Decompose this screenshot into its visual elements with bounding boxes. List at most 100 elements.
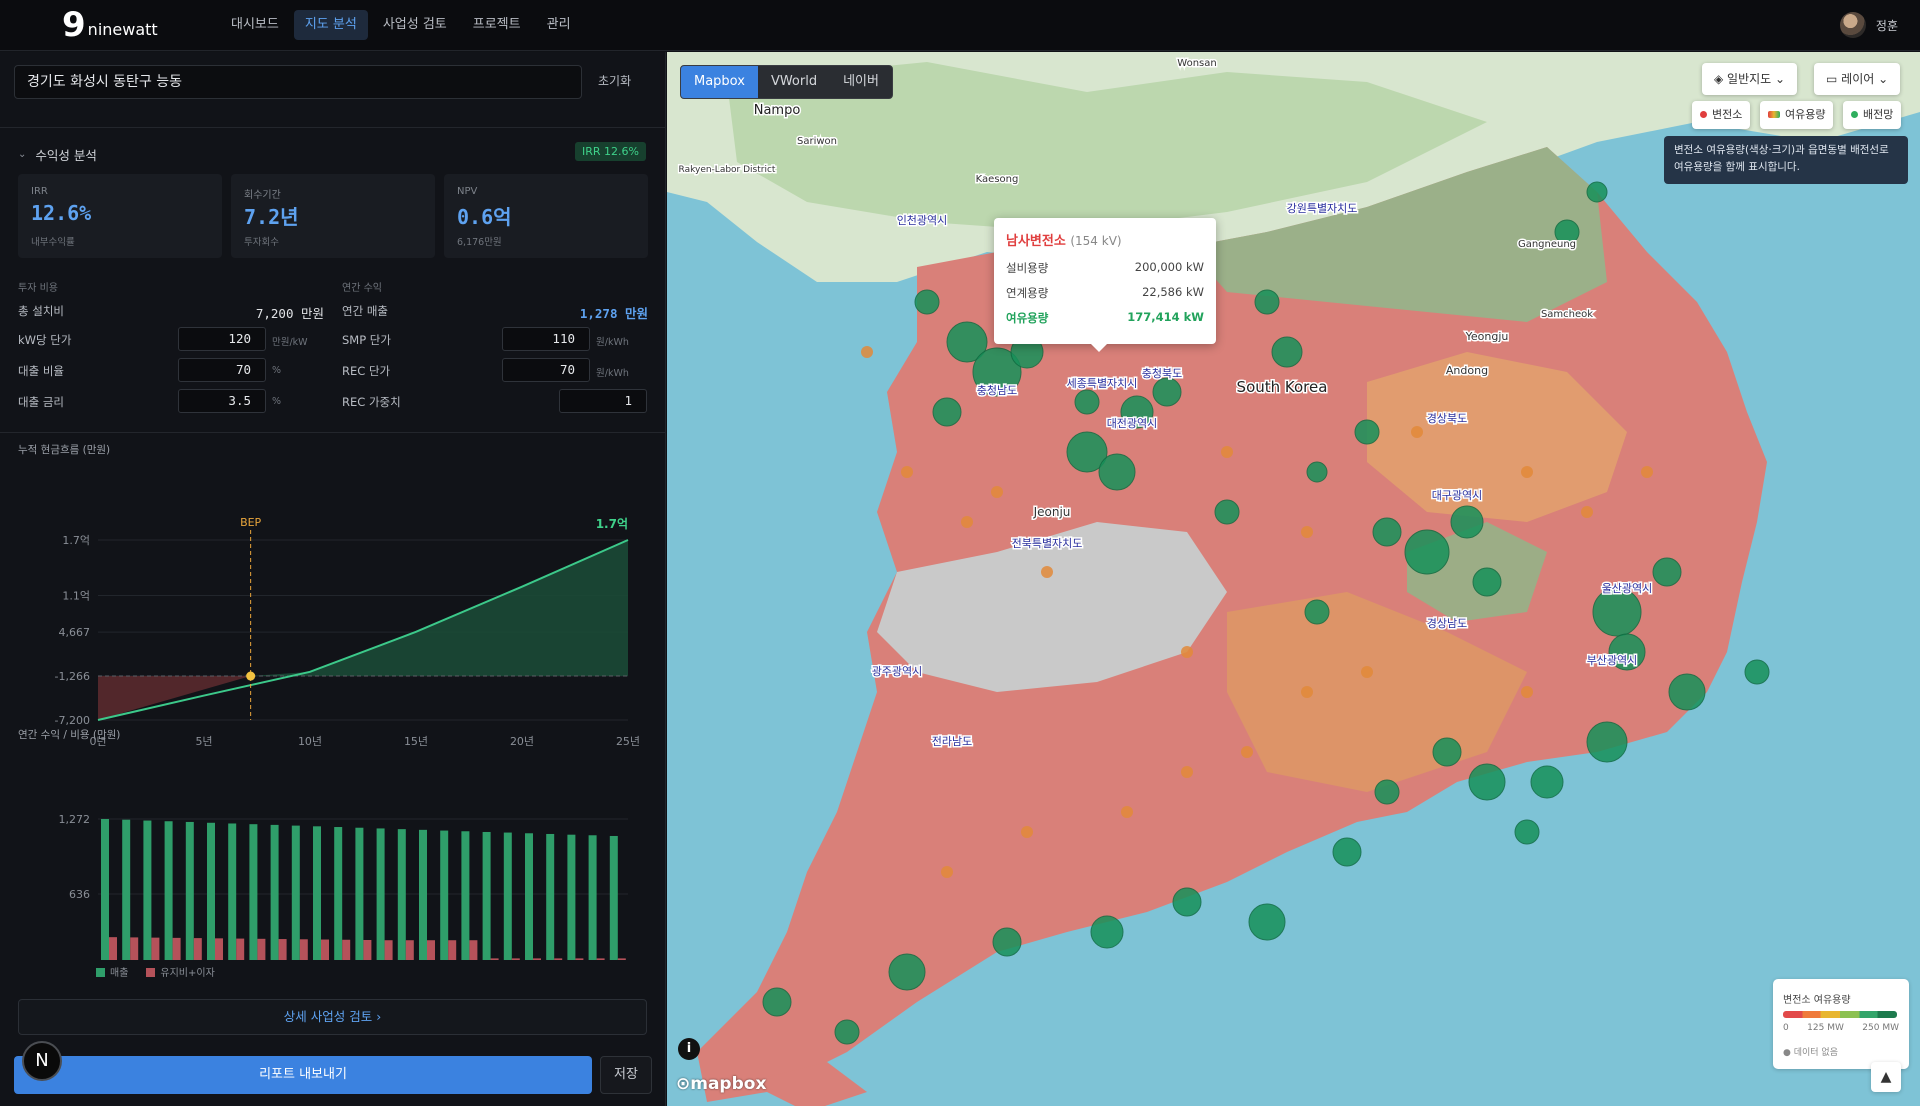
compass-icon[interactable]: ▲ (1871, 1062, 1901, 1092)
cost-bar (596, 958, 605, 960)
revenue-bar (376, 828, 385, 960)
map-label: South Korea (1237, 378, 1328, 396)
substation-marker (1301, 686, 1313, 698)
nav-admin[interactable]: 관리 (536, 10, 582, 40)
logo-mark: 9 (62, 5, 86, 45)
cost-bar (130, 937, 139, 960)
revenue-bar (101, 819, 109, 960)
nav-feasibility[interactable]: 사업성 검토 (372, 10, 458, 40)
map-label: Jeonju (1033, 505, 1071, 519)
chevron-down-icon: ⌄ (18, 149, 27, 160)
rec-price-input[interactable]: 70 (502, 358, 590, 382)
map-label: Samcheok (1541, 309, 1593, 320)
substation-marker (1090, 915, 1124, 949)
basemap-button[interactable]: ◈ 일반지도 ⌄ (1702, 63, 1798, 95)
analysis-panel: 경기도 화성시 동탄구 능동 초기화 ⌄ 수익성 분석 IRR 12.6% IR… (0, 52, 666, 1106)
revenue-bar (291, 825, 300, 960)
tab-vworld[interactable]: VWorld (758, 66, 830, 98)
tab-naver[interactable]: 네이버 (830, 66, 892, 98)
cost-bar (554, 958, 563, 960)
info-icon[interactable]: i (678, 1038, 700, 1060)
section-header[interactable]: ⌄ 수익성 분석 (18, 145, 97, 164)
save-button[interactable]: 저장 (600, 1056, 652, 1094)
total-cost-value: 7,200 만원 (255, 306, 324, 321)
layer-button[interactable]: ▭ 레이어 ⌄ (1814, 63, 1901, 95)
invest-group-label: 투자 비용 (18, 283, 58, 294)
field-label: SMP 단가 (342, 333, 391, 347)
substation-marker (991, 486, 1003, 498)
unit-label: 만원/kW (272, 337, 308, 348)
cost-bar (278, 939, 287, 960)
cost-bar (384, 940, 393, 960)
chip-substation[interactable]: 변전소 (1692, 101, 1751, 129)
substation-marker (961, 516, 973, 528)
cost-bar (617, 958, 626, 960)
y-tick-label: 636 (69, 888, 90, 901)
map-label: 충청남도 (977, 384, 1017, 397)
loan-rate-input[interactable]: 3.5 (178, 389, 266, 413)
revenue-bar (164, 821, 173, 960)
rec-weight-input[interactable]: 1 (559, 389, 647, 413)
price-per-kw-input[interactable]: 120 (178, 327, 266, 351)
kpi-value: 7.2년 (244, 205, 299, 229)
substation-marker (1404, 529, 1450, 575)
logo[interactable]: 9 ninewatt (62, 8, 158, 42)
substation-marker (861, 346, 873, 358)
substation-marker (932, 397, 962, 427)
tab-mapbox[interactable]: Mapbox (681, 66, 758, 98)
map-label: 경상북도 (1427, 412, 1467, 425)
address-input[interactable]: 경기도 화성시 동탄구 능동 (14, 65, 582, 99)
cost-bar (299, 939, 308, 960)
loan-ratio-input[interactable]: 70 (178, 358, 266, 382)
nav-dashboard[interactable]: 대시보드 (220, 10, 290, 40)
user-menu[interactable]: 정훈 (1839, 12, 1898, 38)
cost-bar (469, 940, 478, 960)
substation-marker (1744, 659, 1770, 685)
substation-marker (1271, 336, 1303, 368)
detail-review-button[interactable]: 상세 사업성 검토 › (18, 999, 647, 1035)
smp-price-input[interactable]: 110 (502, 327, 590, 351)
annual-chart: 1,27263605년10년15년20년25년 (59, 813, 628, 960)
section-title: 수익성 분석 (35, 148, 97, 163)
legend-item: 유지비+이자 (146, 964, 215, 979)
map-label: Yeongju (1465, 330, 1509, 343)
revenue-group-label: 연간 수익 (342, 283, 382, 294)
divider (0, 432, 666, 433)
map-tooltip: 변전소 여유용량(색상·크기)과 읍면동별 배전선로 여유용량을 함께 표시합니… (1664, 136, 1908, 184)
nav-projects[interactable]: 프로젝트 (462, 10, 532, 40)
legend-ticks: 0 125 MW 250 MW (1783, 1023, 1899, 1033)
nav-map-analysis[interactable]: 지도 분석 (293, 10, 368, 40)
substation-marker (1592, 587, 1642, 637)
cost-bar (405, 940, 414, 960)
substation-popup: 남사변전소 (154 kV) 설비용량 200,000 kW 연계용량 22,586… (994, 218, 1216, 352)
map-canvas[interactable]: Nampo Sariwon Rakyen-Labor District Kaesong… (667, 52, 1920, 1106)
cashflow-chart-title: 누적 현금흐름 (만원) (18, 444, 111, 456)
popup-arrow (1090, 343, 1108, 352)
export-report-button[interactable]: 리포트 내보내기 (14, 1056, 592, 1094)
substation-marker (1181, 766, 1193, 778)
substation-marker (1241, 746, 1253, 758)
y-tick-label: 1.1억 (62, 590, 90, 603)
chip-grid[interactable]: 배전망 (1843, 101, 1902, 129)
logo-text: ninewatt (87, 20, 158, 39)
chip-capacity[interactable]: 여유용량 (1760, 101, 1834, 129)
basemap-tabs: Mapbox VWorld 네이버 (680, 65, 893, 99)
cost-bar (109, 937, 117, 960)
map-label: Rakyen-Labor District (679, 165, 776, 175)
substation-marker (1254, 289, 1280, 315)
map-label: 경상남도 (1427, 617, 1467, 630)
map-label: 세종특별자치시 (1067, 377, 1138, 390)
annual-revenue-value: 1,278 만원 (579, 306, 648, 321)
assistant-badge[interactable]: N (22, 1041, 62, 1081)
unit-label: 원/kWh (596, 337, 629, 348)
reset-button[interactable]: 초기화 (598, 72, 631, 89)
substation-marker (992, 927, 1022, 957)
substation-marker (1248, 903, 1286, 941)
unit-label: % (272, 365, 282, 376)
annual-chart-legend: 매출 유지비+이자 (96, 964, 215, 979)
substation-marker (914, 289, 940, 315)
y-tick-label: -7,200 (55, 714, 90, 727)
revenue-bar (503, 832, 512, 960)
substation-marker (1332, 837, 1362, 867)
substation-marker (1361, 666, 1373, 678)
